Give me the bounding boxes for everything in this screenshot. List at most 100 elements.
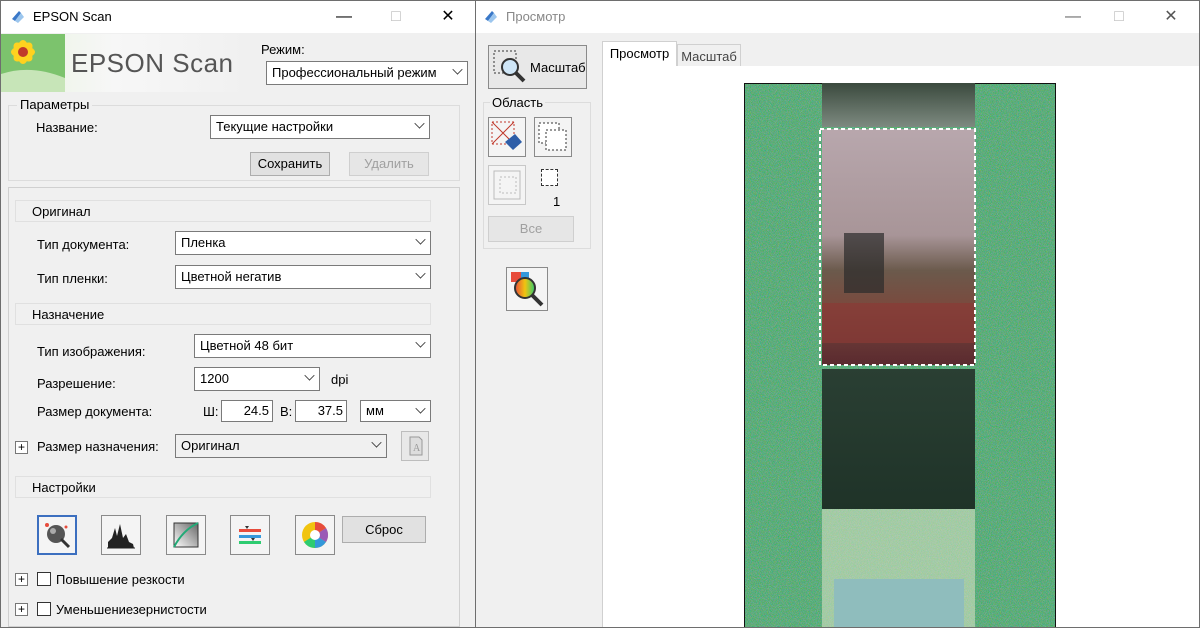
original-section-header: Оригинал [15,200,431,222]
height-input[interactable]: 37.5 [295,400,347,422]
color-sliders-icon [239,526,261,544]
film-type-select[interactable]: Цветной негатив [175,265,431,289]
auto-locate-icon [493,170,521,200]
doc-type-label: Тип документа: [37,237,130,252]
target-size-value: Оригинал [181,438,240,453]
preview-minimize-button[interactable]: — [1050,1,1096,33]
tab-zoom-label: Масштаб [681,49,737,64]
resolution-unit: dpi [331,372,349,387]
copy-marquee-button[interactable] [534,117,572,157]
close-button[interactable]: ✕ [425,1,471,33]
chevron-down-icon [414,118,425,129]
color-wheel-icon [302,521,329,549]
color-restoration-button[interactable] [506,267,548,311]
preview-canvas[interactable] [602,66,1199,627]
portrait-page-icon: A [409,436,423,456]
logo-text: EPSON Scan [71,48,234,78]
select-all-button[interactable]: Все [488,216,574,242]
preview-window-title: Просмотр [506,9,566,24]
mode-select-value: Профессиональный режим [272,65,437,80]
delete-marquee-button[interactable] [488,117,526,157]
grain-reduction-label: Уменьшениезернистости [56,602,207,617]
unit-value: мм [366,403,384,418]
height-label: В: [280,404,293,419]
name-label: Название: [36,120,98,135]
params-group-label: Параметры [17,97,93,112]
resolution-value: 1200 [200,371,229,386]
expand-grain-button[interactable]: + [15,603,28,616]
epson-scan-logo-banner: EPSON Scan [1,34,251,92]
grain-reduction-checkbox[interactable] [37,602,51,616]
duplicate-marquee-icon [538,122,567,151]
flower-logo-icon [1,34,65,92]
unsharp-mask-tool-button[interactable] [37,515,77,555]
mode-label: Режим: [261,42,305,57]
sharpen-checkbox[interactable] [37,572,51,586]
chevron-down-icon [304,370,315,381]
area-group-label: Область [490,95,546,110]
chevron-down-icon [371,437,382,448]
zoom-button-label: Масштаб [530,60,586,75]
epson-app-icon [12,11,24,23]
preset-name-select[interactable]: Текущие настройки [210,115,430,139]
film-type-label: Тип пленки: [37,271,108,286]
width-input[interactable]: 24.5 [221,400,273,422]
tone-curve-icon [173,522,199,548]
auto-locate-button[interactable] [488,165,526,205]
chevron-down-icon [415,337,426,348]
expand-sharpen-button[interactable]: + [15,573,28,586]
preview-window: Просмотр — □ ✕ Масштаб Область 1 Все Про… [475,0,1200,628]
doc-size-label: Размер документа: [37,404,153,419]
resolution-select[interactable]: 1200 [194,367,320,391]
histogram-tool-button[interactable] [101,515,141,555]
marquee-count: 1 [553,194,561,209]
image-type-select[interactable]: Цветной 48 бит [194,334,431,358]
eraser-marquee-icon [491,121,522,150]
maximize-button[interactable]: □ [373,1,419,33]
chevron-down-icon [452,64,463,75]
tone-curve-tool-button[interactable] [166,515,206,555]
tab-preview[interactable]: Просмотр [602,41,677,67]
preview-maximize-button[interactable]: □ [1096,1,1142,33]
orientation-toggle-button[interactable]: A [401,431,429,461]
save-button[interactable]: Сохранить [250,152,330,176]
color-palette-tool-button[interactable] [295,515,335,555]
marquee-indicator-icon [541,169,558,186]
chevron-down-icon [415,234,426,245]
preset-name-value: Текущие настройки [216,119,334,134]
image-type-label: Тип изображения: [37,344,146,359]
preview-title-bar: Просмотр — □ ✕ [476,1,1199,33]
window-title: EPSON Scan [33,9,112,24]
minimize-button[interactable]: — [321,1,367,33]
chevron-down-icon [415,268,426,279]
title-bar: EPSON Scan — □ ✕ [1,1,475,33]
histogram-icon [107,524,135,549]
chevron-down-icon [415,403,426,414]
target-size-label: Размер назначения: [37,439,159,454]
sharpen-label: Повышение резкости [56,572,185,587]
epson-app-icon [485,11,497,23]
tab-preview-label: Просмотр [609,46,670,61]
magnifier-marquee-icon [493,50,526,83]
image-adjustment-tool-button[interactable] [230,515,270,555]
adjustments-section-header: Настройки [15,476,431,498]
width-label: Ш: [203,404,219,419]
mode-select[interactable]: Профессиональный режим [266,61,468,85]
unit-select[interactable]: мм [360,400,431,422]
doc-type-value: Пленка [181,235,226,250]
film-strip-preview-image [744,83,1056,627]
delete-button[interactable]: Удалить [349,152,429,176]
tab-zoom[interactable]: Масштаб [677,44,741,68]
image-type-value: Цветной 48 бит [200,338,294,353]
svg-text:A: A [413,443,421,454]
epson-scan-window: EPSON Scan — □ ✕ EPSON Scan Режим: Профе… [0,0,476,628]
doc-type-select[interactable]: Пленка [175,231,431,255]
color-magnifier-icon [511,272,544,307]
target-size-select[interactable]: Оригинал [175,434,387,458]
expand-target-size-button[interactable]: + [15,441,28,454]
zoom-preview-button[interactable]: Масштаб [488,45,587,89]
reset-button[interactable]: Сброс [342,516,426,543]
preview-close-button[interactable]: ✕ [1148,1,1194,33]
destination-section-header: Назначение [15,303,431,325]
film-type-value: Цветной негатив [181,269,282,284]
